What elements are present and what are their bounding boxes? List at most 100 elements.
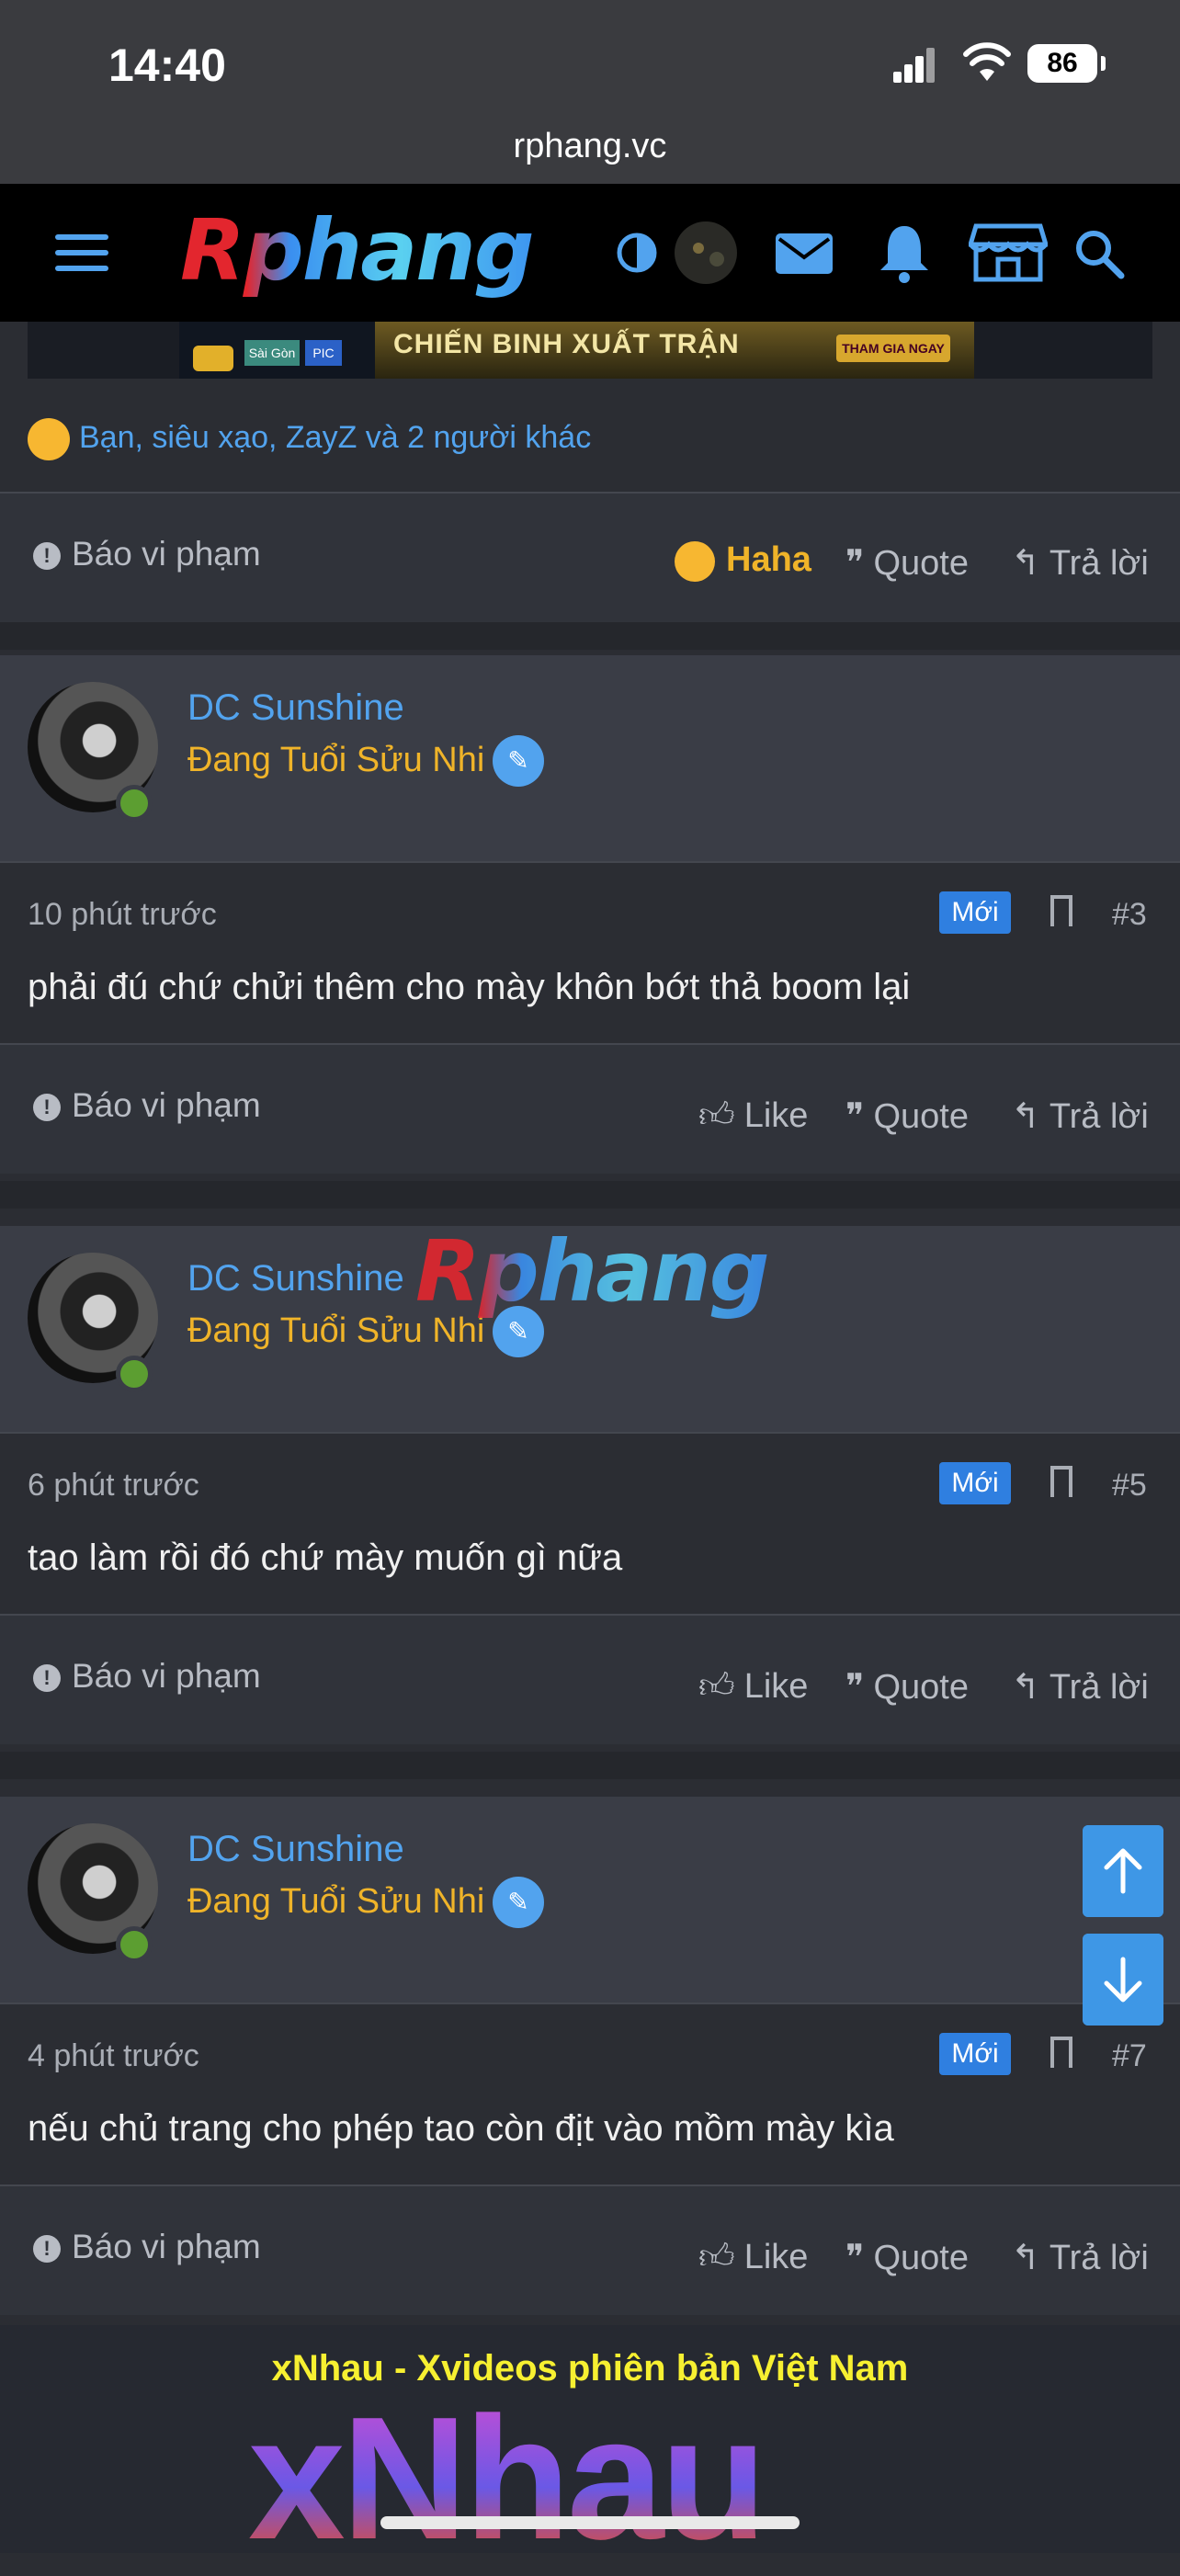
- user-avatar[interactable]: [671, 221, 741, 285]
- quote-label: Quote: [873, 1668, 969, 1707]
- online-status-icon: [116, 1356, 153, 1392]
- quote-label: Quote: [873, 2239, 969, 2277]
- author-name[interactable]: DC Sunshine: [187, 687, 404, 729]
- mail-icon[interactable]: [774, 221, 834, 285]
- banner-cta[interactable]: THAM GIA NGAY: [836, 335, 950, 362]
- search-icon[interactable]: [1072, 221, 1127, 285]
- banner-sg-label: Sài Gòn: [244, 340, 300, 366]
- menu-icon[interactable]: [55, 234, 108, 271]
- reaction-summary[interactable]: Bạn, siêu xạo, ZayZ và 2 người khác: [28, 418, 591, 460]
- reply-button[interactable]: ↰ Trả lời: [1011, 2237, 1149, 2278]
- cellular-signal-icon: [893, 46, 936, 83]
- taxi-icon: [193, 346, 233, 371]
- report-label: Báo vi phạm: [72, 535, 261, 573]
- author-title: Đang Tuổi Sửu Nhi: [187, 1882, 485, 1921]
- quote-icon: ❞: [845, 2239, 865, 2277]
- site-logo[interactable]: Rphang: [180, 200, 548, 301]
- laughing-emoji-icon: [675, 540, 715, 582]
- reply-icon: ↰: [1011, 1668, 1040, 1707]
- scroll-top-button[interactable]: [1083, 1825, 1163, 1917]
- quote-label: Quote: [873, 544, 969, 583]
- bookmark-icon[interactable]: [1050, 895, 1072, 926]
- member-badge-icon: ✎: [493, 735, 544, 787]
- laughing-emoji-icon: [28, 418, 70, 460]
- banner-ad[interactable]: Sài Gòn PIC CHIẾN BINH XUẤT TRẬN THAM GI…: [28, 322, 1152, 379]
- store-icon[interactable]: [969, 221, 1048, 285]
- reply-button[interactable]: ↰ Trả lời: [1011, 1666, 1149, 1708]
- thumbs-up-icon: 👍︎: [698, 1667, 735, 1706]
- quote-button[interactable]: ❞ Quote: [845, 1666, 969, 1708]
- quote-button[interactable]: ❞ Quote: [845, 2237, 969, 2278]
- reply-icon: ↰: [1011, 2239, 1040, 2277]
- author-name[interactable]: DC Sunshine: [187, 1258, 404, 1299]
- haha-button[interactable]: Haha: [675, 540, 811, 582]
- quote-icon: ❞: [845, 1668, 865, 1707]
- new-badge: Mới: [939, 2033, 1011, 2075]
- warning-icon: !: [33, 542, 61, 571]
- post-separator: [0, 1181, 1180, 1209]
- reply-label: Trả lời: [1049, 544, 1149, 583]
- scroll-bottom-button[interactable]: [1083, 1934, 1163, 2026]
- warning-icon: !: [33, 1094, 61, 1122]
- reply-label: Trả lời: [1049, 1097, 1149, 1136]
- post-author-block: [0, 655, 1180, 861]
- post-time[interactable]: 6 phút trước: [28, 1468, 199, 1504]
- thumbs-up-icon: 👍︎: [698, 1096, 735, 1135]
- like-button[interactable]: 👍︎ Like: [698, 2237, 808, 2278]
- bookmark-icon[interactable]: [1050, 1466, 1072, 1497]
- post-number[interactable]: #3: [1112, 897, 1147, 933]
- thumbs-up-icon: 👍︎: [698, 2238, 735, 2276]
- battery-indicator: 86: [1027, 44, 1097, 83]
- footer-ad-logo[interactable]: xNhau: [248, 2391, 767, 2566]
- url-bar[interactable]: rphang.vc: [0, 108, 1180, 184]
- report-button[interactable]: ! Báo vi phạm: [33, 1086, 261, 1125]
- post-number[interactable]: #7: [1112, 2038, 1147, 2074]
- post-body: [0, 1434, 1180, 1614]
- quote-button[interactable]: ❞ Quote: [845, 542, 969, 584]
- reaction-summary-text[interactable]: Bạn, siêu xạo, ZayZ và 2 người khác: [79, 420, 591, 455]
- report-button[interactable]: ! Báo vi phạm: [33, 1657, 261, 1696]
- reply-icon: ↰: [1011, 1097, 1040, 1136]
- reply-icon: ↰: [1011, 544, 1040, 583]
- author-name[interactable]: DC Sunshine: [187, 1829, 404, 1870]
- watermark-logo: Rphang: [415, 1222, 770, 1321]
- post-number[interactable]: #5: [1112, 1468, 1147, 1504]
- banner-pic-label: PIC: [305, 340, 342, 366]
- theme-toggle-icon[interactable]: [616, 221, 658, 285]
- quote-label: Quote: [873, 1097, 969, 1136]
- report-button[interactable]: ! Báo vi phạm: [33, 2228, 261, 2266]
- reply-label: Trả lời: [1049, 2239, 1149, 2277]
- like-label: Like: [743, 1667, 809, 1706]
- online-status-icon: [116, 785, 153, 822]
- post-time[interactable]: 4 phút trước: [28, 2038, 199, 2074]
- bell-icon[interactable]: [877, 221, 932, 285]
- post-separator: [0, 622, 1180, 650]
- bookmark-icon[interactable]: [1050, 2037, 1072, 2068]
- quote-icon: ❞: [845, 1097, 865, 1136]
- status-time: 14:40: [108, 40, 226, 91]
- reply-button[interactable]: ↰ Trả lời: [1011, 542, 1149, 584]
- report-label: Báo vi phạm: [72, 1086, 261, 1124]
- post-time[interactable]: 10 phút trước: [28, 897, 217, 933]
- battery-nub: [1101, 56, 1106, 71]
- post-text: phải đú chứ chửi thêm cho mày khôn bớt t…: [28, 967, 911, 1007]
- report-label: Báo vi phạm: [72, 1657, 261, 1695]
- post-body: [0, 863, 1180, 1043]
- report-button[interactable]: ! Báo vi phạm: [33, 535, 261, 573]
- like-button[interactable]: 👍︎ Like: [698, 1095, 808, 1137]
- post-text: nếu chủ trang cho phép tao còn địt vào m…: [28, 2108, 894, 2149]
- online-status-icon: [116, 1926, 153, 1963]
- haha-label: Haha: [726, 540, 811, 579]
- reply-label: Trả lời: [1049, 1668, 1149, 1707]
- post-text: tao làm rồi đó chứ mày muốn gì nữa: [28, 1538, 623, 1578]
- quote-button[interactable]: ❞ Quote: [845, 1095, 969, 1137]
- home-indicator: [380, 2516, 800, 2529]
- warning-icon: !: [33, 2235, 61, 2264]
- new-badge: Mới: [939, 1462, 1011, 1504]
- warning-icon: !: [33, 1664, 61, 1693]
- member-badge-icon: ✎: [493, 1877, 544, 1928]
- reply-button[interactable]: ↰ Trả lời: [1011, 1095, 1149, 1137]
- like-button[interactable]: 👍︎ Like: [698, 1666, 808, 1708]
- post-author-block: [0, 1797, 1180, 2003]
- new-badge: Mới: [939, 891, 1011, 934]
